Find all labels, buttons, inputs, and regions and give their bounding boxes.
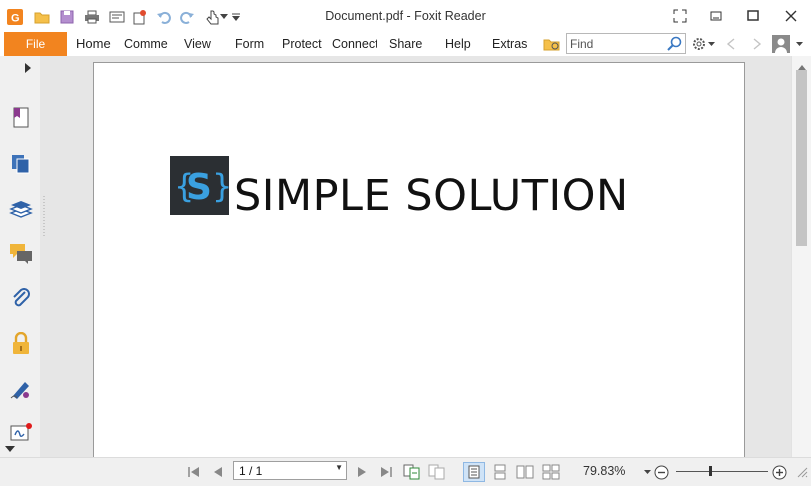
previous-view-icon[interactable] — [403, 464, 421, 480]
close-icon[interactable] — [783, 8, 799, 24]
resize-grip-icon[interactable] — [795, 464, 809, 480]
settings-gear-icon[interactable] — [690, 35, 708, 53]
search-icon[interactable] — [667, 36, 682, 54]
zoom-slider-track[interactable] — [676, 471, 768, 472]
document-heading: SIMPLE SOLUTION — [234, 171, 629, 221]
tab-home[interactable]: Home — [76, 36, 111, 51]
restore-icon[interactable] — [745, 8, 761, 24]
facing-view-icon[interactable] — [516, 464, 534, 480]
tab-connect[interactable]: Connect — [332, 37, 377, 51]
title-bar: G Document.pdf - Foxit Reader — [0, 0, 811, 32]
tab-form[interactable]: Form — [235, 37, 264, 51]
zoom-slider-thumb[interactable] — [709, 466, 712, 476]
vertical-scrollbar[interactable] — [791, 56, 811, 457]
single-page-view-icon[interactable] — [463, 462, 485, 482]
previous-page-icon[interactable] — [210, 464, 226, 480]
tab-extras[interactable]: Extras — [492, 37, 527, 51]
tab-comment[interactable]: Comme — [124, 37, 170, 51]
tab-view[interactable]: View — [184, 37, 211, 51]
settings-dropdown-icon[interactable] — [707, 35, 715, 53]
pdf-page: { S } SIMPLE SOLUTION — [93, 62, 745, 457]
minimize-icon[interactable] — [708, 8, 724, 24]
find-folder-icon[interactable] — [543, 35, 561, 53]
user-dropdown-icon[interactable] — [795, 35, 803, 53]
back-arrow-icon[interactable] — [722, 35, 740, 53]
zoom-level[interactable]: 79.83% — [583, 464, 625, 478]
tab-help[interactable]: Help — [445, 37, 471, 51]
panel-more-arrow-icon[interactable] — [3, 442, 17, 456]
page-number-select[interactable]: 1 / 1 ▼ — [233, 461, 347, 480]
pages-icon[interactable] — [9, 152, 33, 176]
last-page-icon[interactable] — [378, 464, 394, 480]
bookmark-icon[interactable] — [9, 106, 33, 130]
window-title: Document.pdf - Foxit Reader — [325, 9, 486, 23]
zoom-out-icon[interactable] — [653, 464, 669, 480]
fullscreen-icon[interactable] — [672, 8, 688, 24]
navigation-panel — [0, 56, 40, 457]
next-view-icon[interactable] — [428, 464, 446, 480]
forward-arrow-icon[interactable] — [748, 35, 766, 53]
zoom-dropdown-icon[interactable] — [643, 464, 651, 480]
next-page-icon[interactable] — [354, 464, 370, 480]
security-lock-icon[interactable] — [9, 332, 33, 356]
panel-splitter[interactable] — [40, 56, 48, 457]
status-bar: 1 / 1 ▼ 79.83% — [0, 457, 811, 486]
zoom-in-icon[interactable] — [771, 464, 787, 480]
layers-icon[interactable] — [9, 197, 33, 221]
page-indicator: 1 / 1 — [239, 464, 263, 478]
comments-icon[interactable] — [9, 242, 33, 266]
document-viewport[interactable]: { S } SIMPLE SOLUTION — [48, 56, 791, 457]
tab-file[interactable]: File — [4, 32, 67, 56]
continuous-view-icon[interactable] — [492, 464, 508, 480]
search-box[interactable] — [566, 33, 686, 54]
user-avatar-icon[interactable] — [772, 35, 790, 53]
tab-share[interactable]: Share — [389, 37, 422, 51]
expand-panel-icon[interactable] — [20, 60, 36, 76]
page-select-dropdown-icon[interactable]: ▼ — [335, 463, 343, 472]
svg-text:}: } — [212, 167, 229, 205]
logo-letter: S — [186, 167, 212, 208]
first-page-icon[interactable] — [186, 464, 202, 480]
scroll-thumb[interactable] — [796, 70, 807, 246]
ribbon-tabs: File Home Comme View Form Protect Connec… — [0, 32, 811, 56]
continuous-facing-view-icon[interactable] — [542, 464, 560, 480]
attachments-icon[interactable] — [9, 287, 33, 311]
tab-protect[interactable]: Protect — [282, 37, 322, 51]
search-input[interactable] — [570, 36, 666, 51]
signature-icon[interactable] — [9, 377, 33, 401]
logo-icon: { S } — [170, 156, 229, 215]
